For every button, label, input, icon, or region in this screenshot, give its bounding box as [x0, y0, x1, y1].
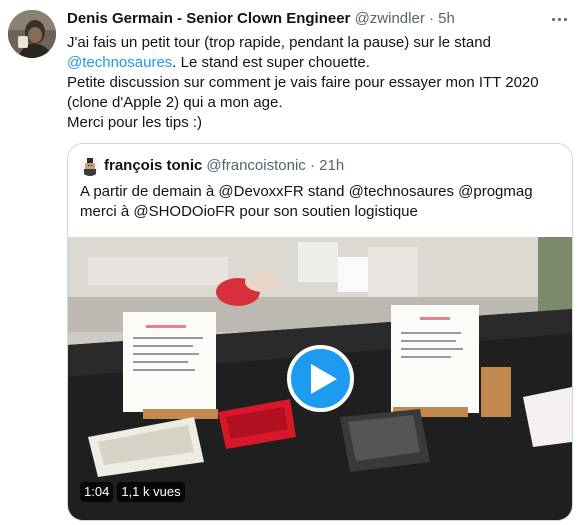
tweet-text-line: J'ai fais un petit tour (trop rapide, pe… — [67, 34, 491, 51]
video-badges: 1:04 1,1 k vues — [80, 482, 185, 502]
tweet-text: J'ai fais un petit tour (trop rapide, pe… — [67, 33, 567, 133]
separator-dot: · — [428, 10, 434, 27]
author-name[interactable]: Denis Germain - Senior Clown Engineer — [67, 10, 350, 27]
author-avatar[interactable] — [8, 10, 56, 58]
tweet-timestamp[interactable]: 5h — [438, 10, 455, 27]
quoted-text-line: A partir de demain à @DevoxxFR stand @te… — [80, 183, 533, 200]
quoted-author-avatar[interactable] — [80, 156, 100, 176]
quoted-author-handle[interactable]: @francoistonic — [206, 156, 305, 176]
quoted-tweet-header: françois tonic @francoistonic · 21h — [80, 156, 344, 176]
tweet[interactable]: Denis Germain - Senior Clown Engineer @z… — [0, 0, 579, 525]
tweet-text-line: @technosaures. Le stand est super chouet… — [67, 53, 567, 73]
video-views-badge: 1,1 k vues — [117, 482, 185, 502]
author-handle[interactable]: @zwindler — [355, 10, 425, 27]
tweet-text-line: (clone d'Apple 2) qui a mon age. — [67, 94, 283, 111]
quoted-timestamp[interactable]: 21h — [319, 156, 344, 176]
quoted-author-name[interactable]: françois tonic — [104, 156, 202, 176]
separator-dot: · — [309, 157, 315, 174]
tweet-text-fragment: . Le stand est super chouette. — [172, 54, 370, 71]
more-options-icon[interactable] — [546, 6, 572, 32]
play-button[interactable] — [287, 345, 354, 412]
tweet-text-line: Merci pour les tips :) — [67, 114, 203, 131]
quoted-tweet-text: A partir de demain à @DevoxxFR stand @te… — [80, 182, 560, 222]
video-duration-badge: 1:04 — [80, 482, 114, 502]
quoted-tweet[interactable]: françois tonic @francoistonic · 21h A pa… — [67, 143, 573, 521]
tweet-header: Denis Germain - Senior Clown Engineer @z… — [67, 9, 455, 29]
quoted-text-line: merci à @SHODOioFR pour son soutien logi… — [80, 203, 418, 220]
video-player[interactable]: 1:04 1,1 k vues — [68, 237, 572, 520]
tweet-text-line: Petite discussion sur comment je vais fa… — [67, 74, 539, 91]
mention-link[interactable]: @technosaures — [67, 54, 172, 71]
play-icon — [310, 363, 337, 394]
